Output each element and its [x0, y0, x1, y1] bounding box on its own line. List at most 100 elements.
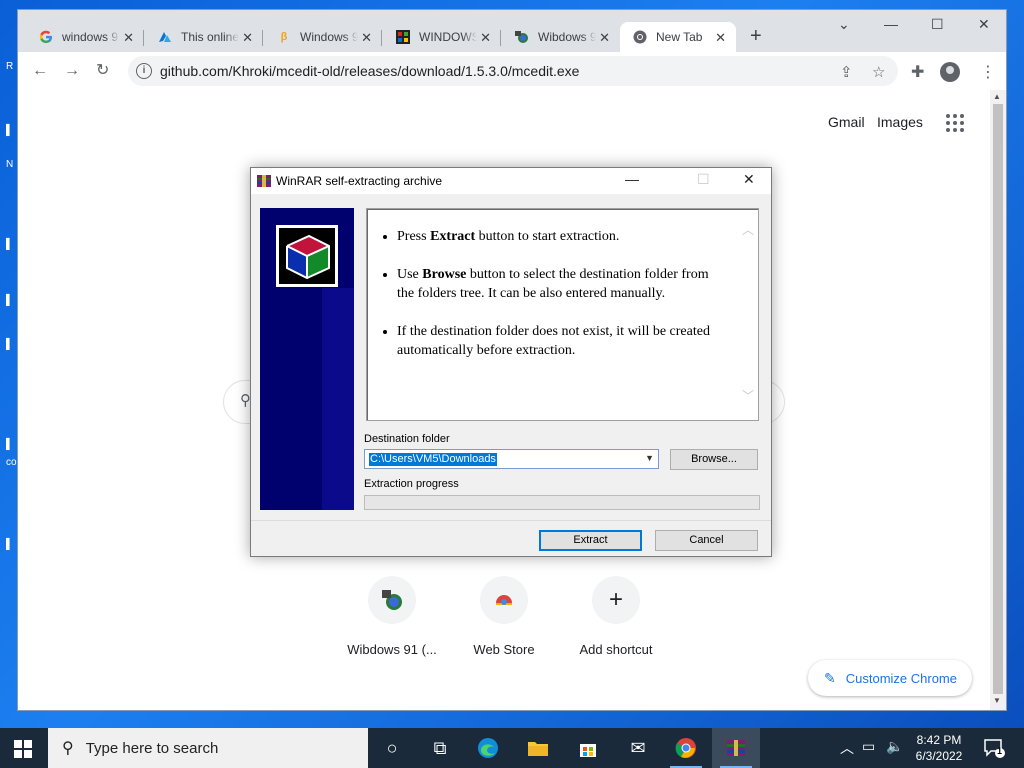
menu-kebab-icon[interactable]: ⋮	[980, 62, 996, 82]
tab-strip: windows 9 ✕ This online ✕ β Windows 9 ✕ …	[18, 10, 1006, 52]
network-icon[interactable]: ▭	[862, 738, 875, 755]
instruction-item: If the destination folder does not exist…	[397, 322, 717, 360]
tab-1[interactable]: windows 9 ✕	[26, 22, 144, 52]
search-icon: ⚲	[62, 740, 74, 757]
close-tab-icon[interactable]: ✕	[242, 30, 253, 46]
tab-search-icon[interactable]: ⌄	[838, 16, 850, 33]
site-info-icon[interactable]: i	[136, 63, 152, 79]
bookmark-star-icon[interactable]: ☆	[872, 63, 885, 81]
desktop-icon-fragment[interactable]: co	[6, 458, 17, 468]
scroll-down-icon[interactable]: ▼	[993, 696, 1001, 705]
minimize-icon[interactable]: —	[884, 16, 898, 32]
close-tab-icon[interactable]: ✕	[361, 30, 372, 46]
cancel-button[interactable]: Cancel	[655, 530, 758, 551]
dialog-minimize-icon[interactable]: —	[625, 171, 639, 187]
maximize-icon[interactable]: ☐	[931, 16, 944, 33]
shortcut-web-store[interactable]: Web Store	[448, 576, 560, 657]
tab-4[interactable]: WINDOWS ✕	[383, 22, 501, 52]
show-hidden-icons-icon[interactable]: ︿	[840, 738, 854, 758]
back-icon[interactable]: ←	[32, 62, 48, 80]
pencil-icon: ✎	[824, 669, 836, 686]
taskbar-search-box[interactable]: ⚲ Type here to search	[48, 728, 368, 768]
close-tab-icon[interactable]: ✕	[599, 30, 610, 46]
customize-label: Customize Chrome	[845, 670, 957, 686]
file-explorer-icon[interactable]	[514, 728, 562, 768]
desktop-icon-fragment[interactable]: ▌	[6, 296, 16, 306]
destination-folder-combo[interactable]: C:\Users\VM5\Downloads ▼	[364, 449, 659, 469]
chrome-icon	[632, 29, 648, 45]
address-bar[interactable]: i github.com/Khroki/mcedit-old/releases/…	[128, 56, 898, 86]
taskbar-search-placeholder: Type here to search	[85, 739, 219, 757]
edge-icon[interactable]	[464, 728, 512, 768]
task-view-icon[interactable]: ⧉	[416, 728, 464, 768]
close-tab-icon[interactable]: ✕	[715, 30, 726, 46]
cortana-icon[interactable]: ○	[368, 728, 416, 768]
banner-stripe	[322, 288, 354, 510]
browse-button[interactable]: Browse...	[670, 449, 758, 470]
desktop-icon-fragment[interactable]: ▌	[6, 126, 16, 136]
clock-time: 8:42 PM	[916, 733, 962, 747]
customize-chrome-button[interactable]: ✎ Customize Chrome	[808, 660, 972, 696]
extensions-icon[interactable]: ✚	[911, 62, 924, 82]
tab-5[interactable]: Wibdows 9 ✕	[502, 22, 620, 52]
store-icon[interactable]	[564, 728, 612, 768]
winrar-taskbar-icon[interactable]	[712, 728, 760, 768]
tab-title: Wibdows 9	[538, 30, 596, 44]
extract-button[interactable]: Extract	[539, 530, 642, 551]
windows-start-icon[interactable]	[14, 740, 32, 758]
desktop-icon-fragment[interactable]: ▌	[6, 240, 16, 250]
system-clock[interactable]: 8:42 PM 6/3/2022	[906, 732, 972, 764]
new-tab-button[interactable]: +	[750, 26, 762, 46]
volume-icon[interactable]: 🔈	[886, 738, 903, 755]
desktop-icon-fragment[interactable]: R	[6, 62, 16, 72]
betawiki-icon: β	[280, 31, 288, 43]
desktop-icon-fragment[interactable]: ▌	[6, 340, 16, 350]
dialog-title: WinRAR self-extracting archive	[276, 174, 443, 188]
tab-title: Windows 9	[300, 30, 358, 44]
scroll-up-icon[interactable]: ︿	[742, 221, 754, 238]
chevron-down-icon[interactable]: ▼	[645, 453, 654, 463]
close-window-icon[interactable]: ✕	[978, 16, 990, 33]
wibdows-icon	[368, 576, 416, 624]
dialog-title-bar[interactable]: WinRAR self-extracting archive — ☐ ✕	[251, 168, 771, 194]
scrollbar-thumb[interactable]	[993, 104, 1003, 694]
scroll-down-icon[interactable]: ﹀	[742, 387, 754, 404]
desktop-icon-fragment[interactable]: ▌	[6, 440, 16, 450]
browser-toolbar: ← → ↻ i github.com/Khroki/mcedit-old/rel…	[18, 52, 1006, 90]
destination-folder-value[interactable]: C:\Users\VM5\Downloads	[369, 453, 497, 466]
tab-2[interactable]: This online ✕	[145, 22, 263, 52]
desktop-icon-fragment[interactable]: ▌	[6, 540, 16, 550]
close-tab-icon[interactable]: ✕	[123, 30, 134, 46]
tab-3[interactable]: β Windows 9 ✕	[264, 22, 382, 52]
winrar-banner	[260, 208, 354, 510]
mail-icon[interactable]: ✉	[614, 728, 662, 768]
winrar-logo	[276, 225, 338, 287]
profile-avatar[interactable]	[940, 62, 960, 82]
tab-new-tab[interactable]: New Tab ✕	[620, 22, 736, 52]
share-icon[interactable]: ⇪	[840, 63, 853, 81]
gmail-link[interactable]: Gmail	[828, 114, 865, 130]
dialog-divider	[251, 520, 771, 521]
scroll-up-icon[interactable]: ▲	[993, 92, 1001, 101]
azure-icon	[157, 29, 173, 45]
desktop-icon-fragment[interactable]: N	[6, 160, 16, 170]
dialog-close-icon[interactable]: ✕	[743, 171, 755, 188]
google-apps-icon[interactable]	[946, 114, 964, 132]
tab-title: This online	[181, 30, 239, 44]
address-url[interactable]: github.com/Khroki/mcedit-old/releases/do…	[160, 63, 579, 79]
close-tab-icon[interactable]: ✕	[480, 30, 491, 46]
shortcut-label: Web Store	[473, 642, 535, 657]
forward-icon[interactable]: →	[64, 62, 80, 80]
notification-center-icon[interactable]: 1	[982, 736, 1006, 760]
page-scrollbar[interactable]: ▲ ▼	[990, 90, 1006, 710]
instructions-textbox[interactable]: Press Extract button to start extraction…	[366, 208, 759, 421]
reload-icon[interactable]: ↻	[96, 62, 109, 80]
add-shortcut-button[interactable]: + Add shortcut	[560, 576, 672, 657]
google-icon	[38, 29, 54, 45]
shortcut-wibdows[interactable]: Wibdows 91 (...	[336, 576, 448, 657]
plus-icon: +	[592, 576, 640, 624]
chrome-taskbar-icon[interactable]	[662, 728, 710, 768]
web-store-icon	[480, 576, 528, 624]
tab-title: WINDOWS	[419, 30, 477, 44]
images-link[interactable]: Images	[877, 114, 923, 130]
